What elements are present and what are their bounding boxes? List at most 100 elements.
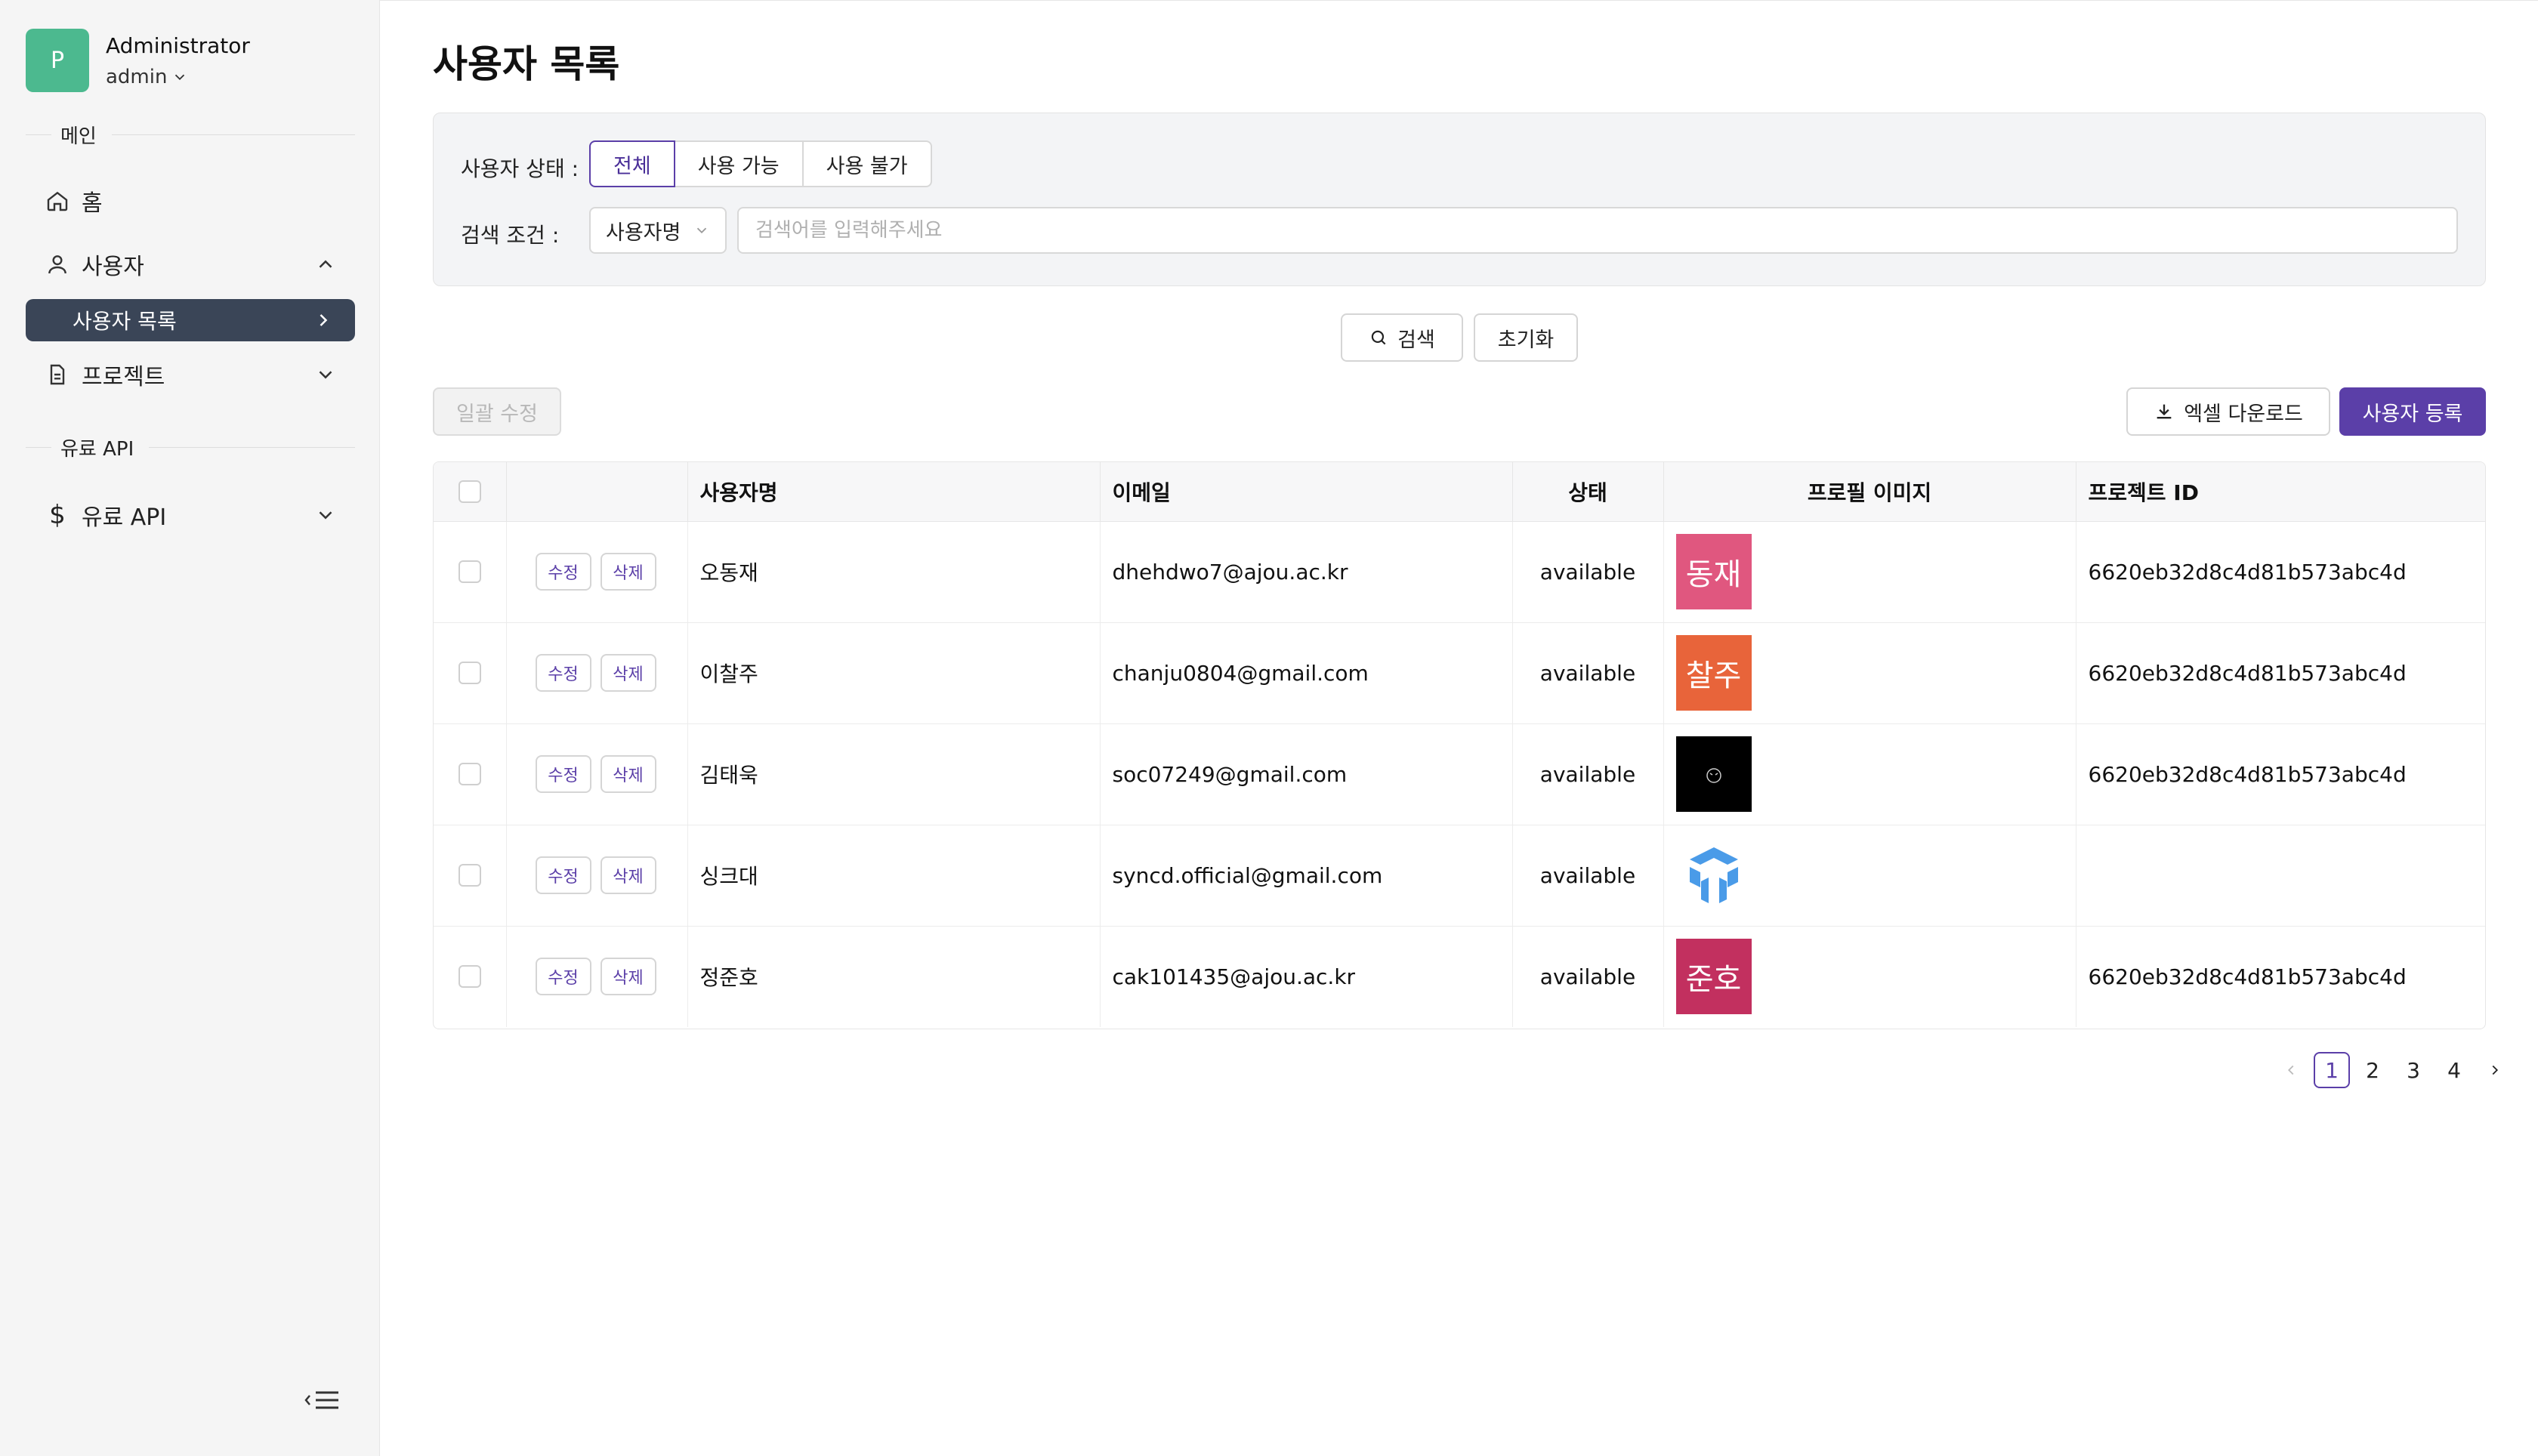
dollar-icon: $: [49, 500, 66, 530]
search-input[interactable]: [737, 207, 2458, 254]
user-table: 사용자명 이메일 상태 프로필 이미지 프로젝트 ID 수정 삭제 오동재 dhehd…: [433, 461, 2486, 1029]
nav-projects[interactable]: 프로젝트: [26, 353, 355, 396]
header-username[interactable]: 사용자명: [687, 462, 1101, 522]
table-header-row: 사용자명 이메일 상태 프로필 이미지 프로젝트 ID: [434, 462, 2485, 522]
excel-download-label: 엑셀 다운로드: [2184, 402, 2303, 426]
header-profile-image[interactable]: 프로필 이미지: [1663, 462, 2076, 522]
delete-button[interactable]: 삭제: [600, 856, 656, 894]
search-field-value: 사용자명: [606, 221, 681, 245]
row-checkbox[interactable]: [458, 763, 481, 785]
syncd-logo-icon: [1689, 847, 1738, 903]
status-filter-label: 사용자 상태 :: [461, 156, 579, 181]
row-select-cell: [434, 926, 507, 1027]
user-profile[interactable]: P Administrator admin: [26, 29, 250, 92]
table-row: 수정 삭제 오동재 dhehdwo7@ajou.ac.kr available 동재 662…: [434, 521, 2485, 623]
header-project-id[interactable]: 프로젝트 ID: [2076, 462, 2485, 522]
nav-user-list[interactable]: 사용자 목록: [26, 299, 355, 341]
user-name: Administrator: [106, 32, 250, 58]
bulk-edit-button[interactable]: 일괄 수정: [433, 387, 561, 436]
reset-button[interactable]: 초기화: [1474, 313, 1578, 362]
nav-home-label: 홈: [82, 190, 103, 217]
page-2[interactable]: 2: [2354, 1052, 2391, 1088]
row-checkbox[interactable]: [458, 560, 481, 583]
section-main-label: 메인: [60, 125, 97, 148]
edit-button[interactable]: 수정: [535, 856, 591, 894]
user-role-dropdown[interactable]: admin: [106, 66, 250, 88]
profile-image-cell: [1663, 723, 2076, 825]
row-checkbox[interactable]: [458, 662, 481, 684]
avatar-initials: 동재: [1685, 557, 1742, 592]
chevron-down-icon: [319, 371, 332, 379]
profile-thumbnail: 찰주: [1675, 635, 1752, 711]
row-checkbox[interactable]: [458, 864, 481, 887]
nav-users-label: 사용자: [82, 254, 144, 280]
profile-thumbnail: 동재: [1675, 534, 1752, 609]
avatar: P: [26, 29, 89, 92]
menu-collapse-icon: [304, 1391, 338, 1409]
status-option-all[interactable]: 전체: [589, 140, 675, 187]
select-all-checkbox[interactable]: [458, 480, 481, 503]
row-actions-cell: 수정 삭제: [506, 622, 688, 724]
status-option-available[interactable]: 사용 가능: [673, 140, 804, 187]
username-cell: 김태욱: [687, 723, 1101, 825]
delete-button[interactable]: 삭제: [600, 553, 656, 591]
status-option-unavailable[interactable]: 사용 불가: [801, 140, 932, 187]
nav-user-list-label: 사용자 목록: [73, 309, 177, 334]
search-condition-label: 검색 조건 :: [461, 223, 560, 248]
search-field-select[interactable]: 사용자명: [589, 207, 727, 254]
row-actions-cell: 수정 삭제: [506, 926, 688, 1027]
project-id-cell: 6620eb32d8c4d81b573abc4d: [2076, 622, 2485, 724]
avatar-initials: 준호: [1685, 962, 1742, 998]
chevron-up-icon: [319, 260, 332, 268]
prev-page-button[interactable]: [2273, 1052, 2309, 1088]
download-icon: [2157, 404, 2172, 419]
row-actions-cell: 수정 삭제: [506, 723, 688, 825]
page-1[interactable]: 1: [2314, 1052, 2350, 1088]
email-cell: chanju0804@gmail.com: [1100, 622, 1513, 724]
page-4[interactable]: 4: [2436, 1052, 2472, 1088]
profile-image-cell: 준호: [1663, 926, 2076, 1027]
home-icon: [44, 187, 71, 214]
edit-button[interactable]: 수정: [535, 654, 591, 692]
edit-button[interactable]: 수정: [535, 755, 591, 793]
main-content: 사용자 목록 사용자 상태 : 전체 사용 가능 사용 불가 검색 조건 : 사…: [380, 0, 2538, 1456]
header-status[interactable]: 상태: [1512, 462, 1664, 522]
row-actions-cell: 수정 삭제: [506, 825, 688, 927]
profile-thumbnail: 준호: [1675, 939, 1752, 1015]
chevron-down-icon: [319, 511, 332, 520]
avatar-face-icon: [1706, 768, 1721, 783]
delete-button[interactable]: 삭제: [600, 755, 656, 793]
row-select-cell: [434, 622, 507, 724]
header-email[interactable]: 이메일: [1100, 462, 1513, 522]
nav-home[interactable]: 홈: [26, 180, 355, 222]
delete-button[interactable]: 삭제: [600, 654, 656, 692]
username-cell: 오동재: [687, 521, 1101, 623]
username-cell: 싱크대: [687, 825, 1101, 927]
next-page-button[interactable]: [2477, 1052, 2513, 1088]
page-3[interactable]: 3: [2395, 1052, 2431, 1088]
chevron-right-icon: [320, 314, 328, 326]
email-cell: dhehdwo7@ajou.ac.kr: [1100, 521, 1513, 623]
edit-button[interactable]: 수정: [535, 958, 591, 996]
nav-paid-api[interactable]: $ 유료 API: [26, 494, 355, 536]
status-cell: available: [1512, 521, 1664, 623]
status-segmented-control: 전체 사용 가능 사용 불가: [589, 140, 932, 187]
header-select-all: [434, 462, 507, 522]
edit-button[interactable]: 수정: [535, 553, 591, 591]
status-cell: available: [1512, 825, 1664, 927]
register-user-button[interactable]: 사용자 등록: [2339, 387, 2486, 436]
search-button-label: 검색: [1397, 328, 1435, 352]
status-cell: available: [1512, 723, 1664, 825]
page-title: 사용자 목록: [433, 42, 620, 86]
table-row: 수정 삭제 이찰주 chanju0804@gmail.com available 찰주 66…: [434, 622, 2485, 724]
nav-projects-label: 프로젝트: [82, 364, 165, 390]
excel-download-button[interactable]: 엑셀 다운로드: [2126, 387, 2330, 436]
table-row: 수정 삭제 싱크대 syncd.official@gmail.com available: [434, 825, 2485, 927]
collapse-sidebar-button[interactable]: [302, 1387, 343, 1414]
row-checkbox[interactable]: [458, 965, 481, 989]
search-button[interactable]: 검색: [1341, 313, 1463, 362]
status-cell: available: [1512, 622, 1664, 724]
delete-button[interactable]: 삭제: [600, 958, 656, 996]
section-paid: 유료 API: [26, 433, 355, 461]
nav-users[interactable]: 사용자: [26, 243, 355, 285]
